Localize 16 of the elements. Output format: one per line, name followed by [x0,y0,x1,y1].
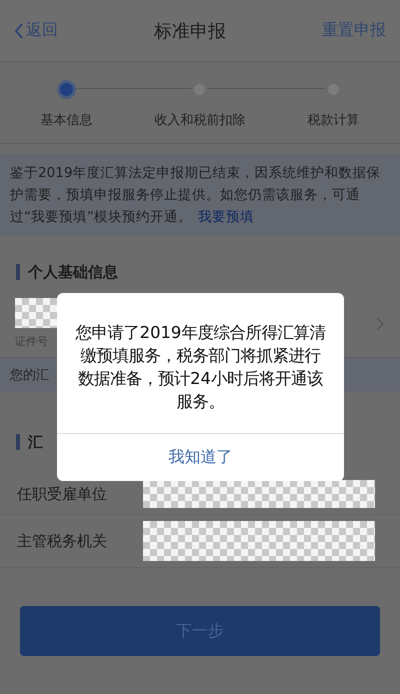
notice-text: 鉴于2019年度汇算法定申报期已结束，因系统维护和数据保护需要，预填申报服务停止提供。如您仍需该服务，可通过“我要预填”模块预约开通。 我要预填 [10,164,382,227]
section-marker [16,264,20,280]
field-label: 主管税务机关 [17,532,108,550]
confirm-button[interactable]: 我知道了 [57,433,344,481]
prefill-link[interactable]: 我要预填 [198,209,254,225]
section-heading: 个人基础信息 [28,262,118,282]
step-label[interactable]: 基本信息 [40,111,93,129]
section-marker [16,434,20,450]
field-label: 任职受雇单位 [17,484,108,504]
chevron-left-icon [14,22,24,40]
section-heading: 汇 [28,432,43,452]
back-button[interactable]: 返回 [14,20,58,41]
step-label[interactable]: 税款计算 [307,111,360,129]
step-label[interactable]: 收入和税前扣除 [154,111,246,129]
page-title: 标准申报 [154,20,226,42]
reset-link[interactable]: 重置申报 [322,20,386,41]
